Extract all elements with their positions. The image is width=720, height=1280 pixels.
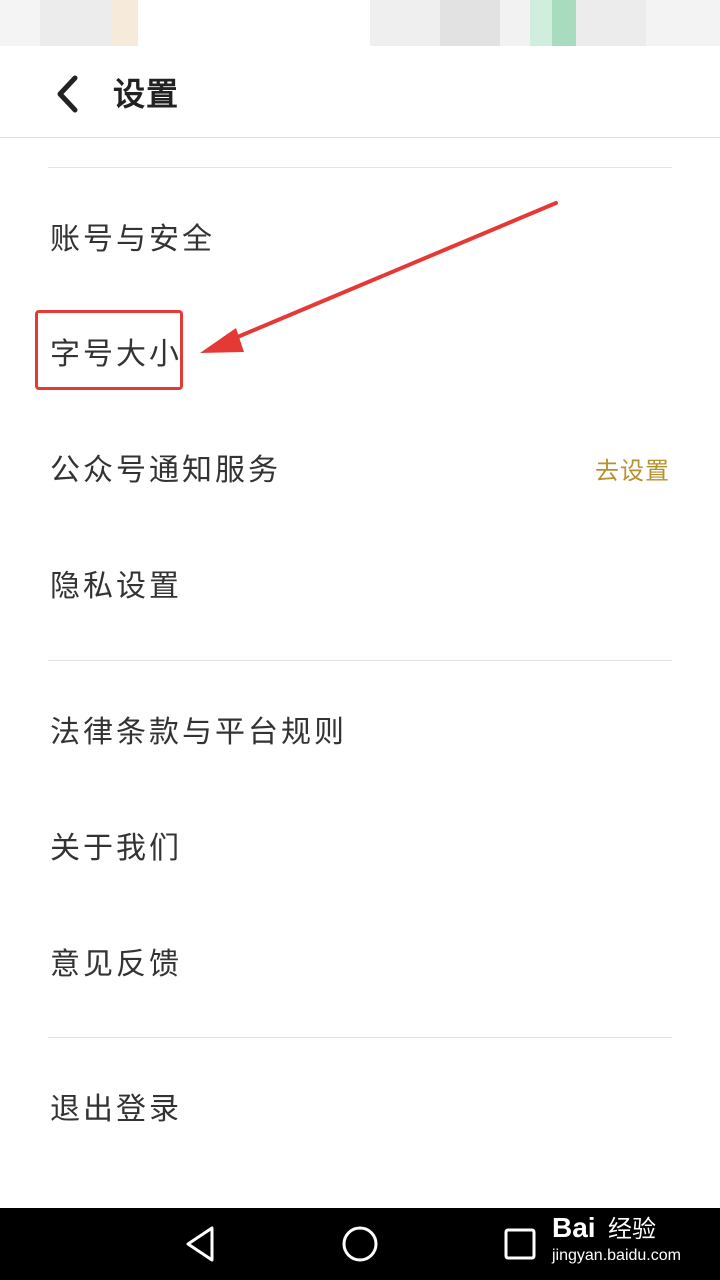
settings-item-about-us[interactable]: 关于我们: [0, 799, 720, 899]
status-bar-blur-right-3: [500, 0, 530, 46]
circle-home-icon: [342, 1226, 378, 1262]
settings-item-label: 字号大小: [50, 337, 182, 372]
nav-recents-button[interactable]: [496, 1220, 544, 1268]
triangle-back-icon: [186, 1226, 214, 1262]
status-bar-blur-right-5: [552, 0, 576, 46]
header-bar: 设置: [0, 46, 720, 138]
settings-item-label: 公众号通知服务: [50, 453, 281, 488]
back-button[interactable]: [40, 66, 96, 122]
settings-item-label: 关于我们: [50, 831, 182, 866]
settings-item-legal-terms[interactable]: 法律条款与平台规则: [0, 683, 720, 783]
status-bar-blur-left-3: [112, 0, 138, 46]
status-bar-blur-right-7: [646, 0, 720, 46]
settings-item-label: 法律条款与平台规则: [50, 715, 347, 750]
settings-item-official-account-notifications[interactable]: 公众号通知服务 去设置: [0, 421, 720, 521]
divider: [48, 660, 672, 661]
go-settings-link[interactable]: 去设置: [595, 455, 670, 487]
navigation-bar: [0, 1208, 720, 1280]
chevron-left-icon: [57, 75, 78, 113]
settings-item-font-size[interactable]: 字号大小: [0, 305, 720, 405]
status-bar-blur-right: [370, 0, 440, 46]
status-bar-blur-right-2: [440, 0, 500, 46]
status-bar: [0, 0, 720, 46]
settings-item-account-security[interactable]: 账号与安全: [0, 190, 720, 290]
settings-item-feedback[interactable]: 意见反馈: [0, 915, 720, 1015]
page-title: 设置: [113, 75, 180, 113]
square-recents-icon: [504, 1228, 536, 1260]
settings-item-label: 退出登录: [50, 1092, 182, 1127]
settings-item-label: 账号与安全: [50, 222, 215, 257]
settings-item-label: 隐私设置: [50, 569, 182, 604]
status-bar-blur-left: [0, 0, 40, 46]
settings-item-privacy[interactable]: 隐私设置: [0, 537, 720, 637]
status-bar-blur-right-6: [576, 0, 646, 46]
settings-item-logout[interactable]: 退出登录: [0, 1060, 720, 1160]
status-bar-blur-left-2: [40, 0, 112, 46]
nav-back-button[interactable]: [176, 1220, 224, 1268]
divider: [48, 1037, 672, 1038]
status-bar-blur-right-4: [530, 0, 552, 46]
divider: [48, 167, 672, 168]
settings-item-label: 意见反馈: [50, 947, 182, 982]
nav-home-button[interactable]: [336, 1220, 384, 1268]
